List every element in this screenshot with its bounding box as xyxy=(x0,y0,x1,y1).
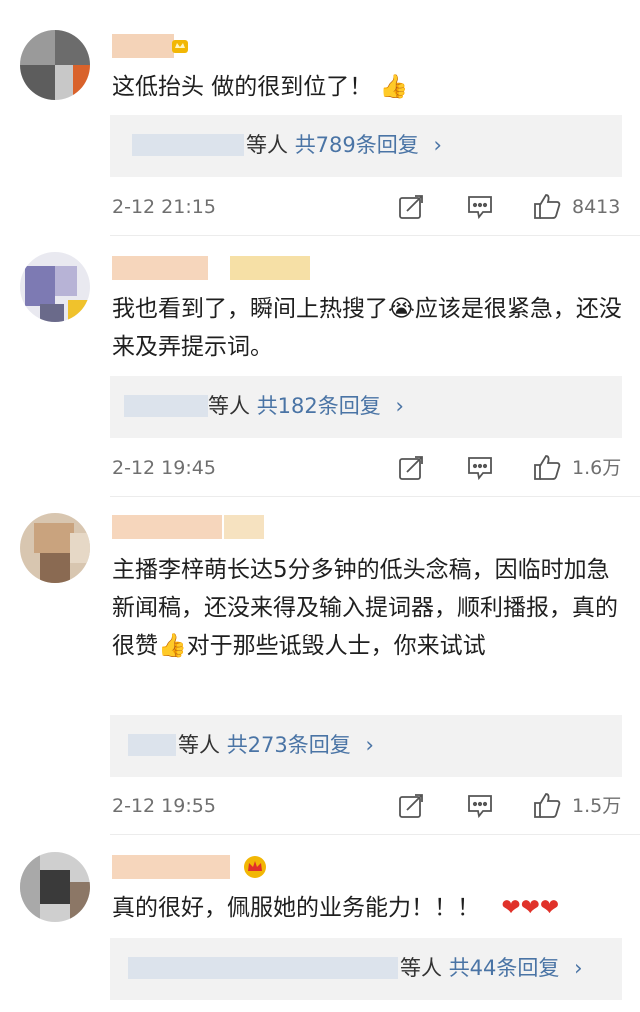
avatar[interactable] xyxy=(20,252,90,322)
reply-users-blurred xyxy=(128,957,398,979)
chevron-right-icon: › xyxy=(365,733,374,757)
comment-text: 真的很好，佩服她的业务能力！！！ ❤❤❤ xyxy=(112,889,624,927)
thumbs-up-icon[interactable] xyxy=(532,791,562,819)
avatar[interactable] xyxy=(20,513,90,583)
reply-users-suffix: 等人 xyxy=(246,133,288,157)
comment-timestamp: 2-12 21:15 xyxy=(112,196,216,218)
like-count: 1.6万 xyxy=(572,457,622,479)
like-count: 1.5万 xyxy=(572,795,622,817)
reply-users-suffix: 等人 xyxy=(208,394,250,418)
chevron-right-icon: › xyxy=(574,956,583,980)
divider xyxy=(110,235,640,236)
thumbs-up-icon[interactable] xyxy=(532,192,562,220)
comment-text: 这低抬头 做的很到位了！ 👍 xyxy=(112,68,624,106)
repost-icon[interactable] xyxy=(398,194,426,220)
comment-text: 我也看到了，瞬间上热搜了😭应该是很紧急，还没来及弄提示词。 xyxy=(112,290,624,366)
chevron-right-icon: › xyxy=(433,133,442,157)
reply-preview[interactable]: 等人 共789条回复 › xyxy=(110,115,622,177)
reply-count-link[interactable]: 共789条回复 xyxy=(295,133,419,157)
comment-timestamp: 2-12 19:45 xyxy=(112,457,216,479)
divider xyxy=(110,834,640,835)
comment-icon[interactable] xyxy=(466,793,494,819)
crying-emoji-icon: 😭 xyxy=(388,296,415,322)
thumbs-up-emoji-icon: 👍 xyxy=(379,74,409,100)
comment-timestamp: 2-12 19:55 xyxy=(112,795,216,817)
reply-users-blurred xyxy=(128,734,176,756)
comment-icon[interactable] xyxy=(466,194,494,220)
comment-text: 主播李梓萌长达5分多钟的低头念稿，因临时加急新闻稿，还没来得及输入提词器，顺利播… xyxy=(112,551,624,665)
reply-count-link[interactable]: 共44条回复 xyxy=(449,956,560,980)
reply-users-suffix: 等人 xyxy=(400,956,442,980)
chevron-right-icon: › xyxy=(395,394,404,418)
repost-icon[interactable] xyxy=(398,793,426,819)
reply-count-link[interactable]: 共273条回复 xyxy=(227,733,351,757)
reply-preview[interactable]: 等人 共273条回复 › xyxy=(110,715,622,777)
divider xyxy=(110,496,640,497)
like-count: 8413 xyxy=(572,196,621,218)
thumbs-up-icon[interactable] xyxy=(532,453,562,481)
avatar[interactable] xyxy=(20,30,90,100)
reply-preview[interactable]: 等人 共182条回复 › xyxy=(110,376,622,438)
red-hearts-emoji-icon: ❤❤❤ xyxy=(501,895,560,921)
repost-icon[interactable] xyxy=(398,455,426,481)
crown-badge-icon xyxy=(172,40,188,53)
avatar[interactable] xyxy=(20,852,90,922)
crown-badge-icon xyxy=(244,856,266,878)
reply-users-blurred xyxy=(132,134,244,156)
thumbs-up-emoji-icon: 👍 xyxy=(158,633,187,659)
reply-users-suffix: 等人 xyxy=(178,733,220,757)
reply-count-link[interactable]: 共182条回复 xyxy=(257,394,381,418)
reply-preview[interactable]: 等人 共44条回复 › xyxy=(110,938,622,1000)
comment-icon[interactable] xyxy=(466,455,494,481)
reply-users-blurred xyxy=(124,395,208,417)
